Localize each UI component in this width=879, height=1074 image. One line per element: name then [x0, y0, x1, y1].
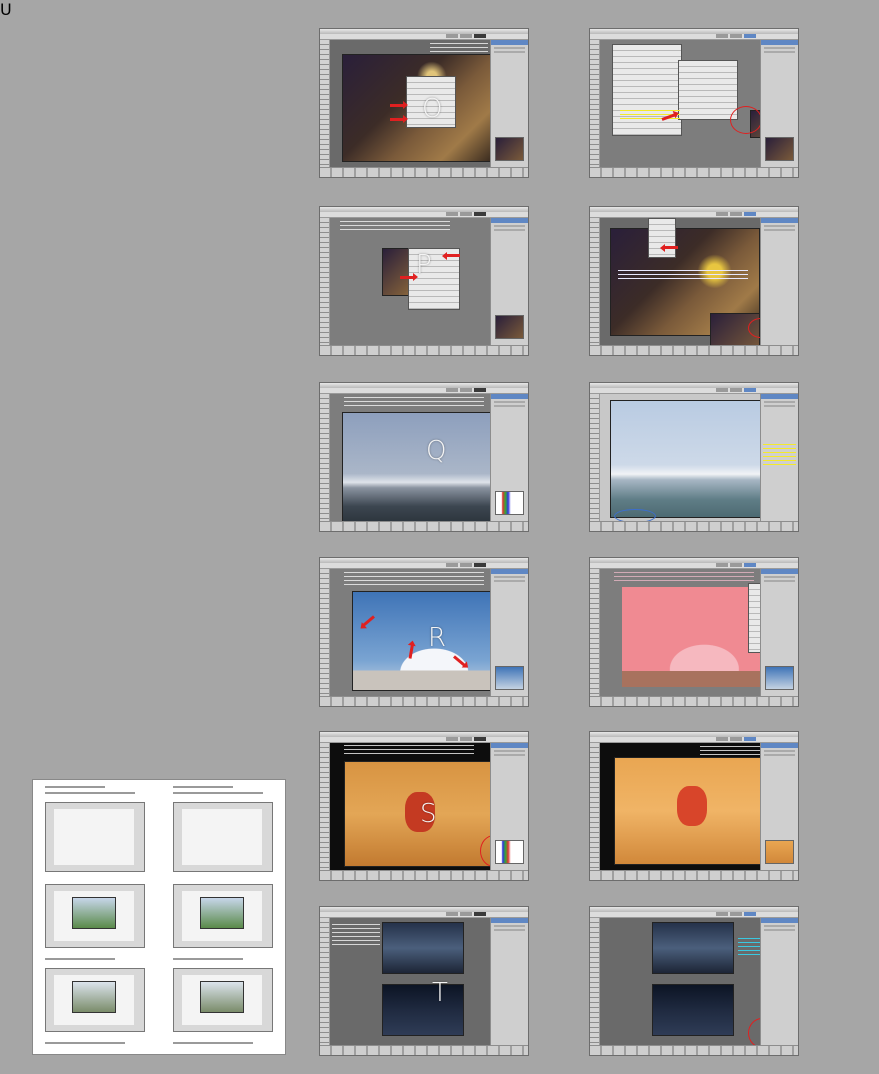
sample-sheet: O P Q R S T U — [0, 0, 879, 1074]
screenshot-q-right — [589, 382, 799, 532]
photo-badminton — [344, 761, 492, 867]
label-q: Q — [426, 436, 447, 466]
photo-night-town — [382, 984, 464, 1036]
label-r: R — [428, 623, 447, 653]
label-s: S — [420, 799, 437, 829]
toolbox — [320, 40, 330, 167]
adjustment-menu — [612, 44, 682, 136]
label-p: P — [416, 250, 432, 280]
screenshot-s-right — [589, 731, 799, 881]
canvas-area: O — [330, 40, 492, 167]
label-u: U — [0, 0, 12, 19]
submenu — [678, 60, 738, 120]
screenshot-t-right — [589, 906, 799, 1056]
panels — [490, 40, 528, 167]
label-t: T — [432, 978, 448, 1008]
screenshot-o-left: O — [319, 28, 529, 178]
photo-paraglider — [342, 412, 500, 524]
photo-mt-fuji — [352, 591, 494, 691]
screenshot-r-left: R — [319, 557, 529, 707]
photo-snow-town — [382, 922, 464, 974]
label-o: O — [422, 94, 443, 124]
document-page — [32, 779, 286, 1055]
screenshot-p-right — [589, 206, 799, 356]
screenshot-s-left: S — [319, 731, 529, 881]
screenshot-q-left: Q — [319, 382, 529, 532]
screenshot-p-left: P — [319, 206, 529, 356]
screenshot-o-right — [589, 28, 799, 178]
screenshot-r-right — [589, 557, 799, 707]
screenshot-t-left: T — [319, 906, 529, 1056]
